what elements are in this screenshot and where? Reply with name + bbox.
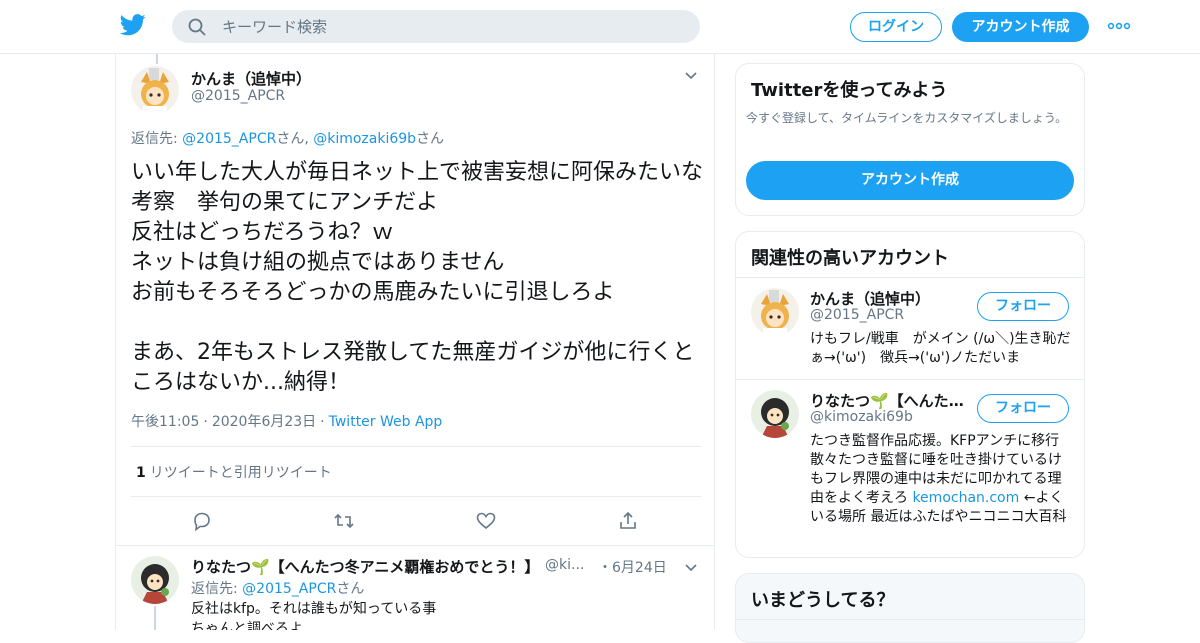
- chevron-down-icon[interactable]: [684, 562, 698, 574]
- whats-happening-card: いまどうしてる？: [735, 573, 1085, 643]
- avatar-serval-image: [751, 288, 799, 336]
- separator-dot: ·: [320, 414, 325, 430]
- avatar[interactable]: [131, 556, 179, 604]
- reply-to-suffix: さん: [336, 581, 365, 597]
- reply-date[interactable]: ・6月24日: [598, 557, 667, 577]
- avatar-kaban-image: [131, 556, 179, 604]
- login-button[interactable]: ログイン: [850, 12, 942, 42]
- avatar-serval-image: [131, 66, 179, 114]
- divider: [736, 619, 1084, 620]
- retweet-stats[interactable]: 1 リツイートと引用リツイート: [136, 462, 332, 482]
- chevron-down-icon[interactable]: [684, 70, 698, 82]
- retweet-icon[interactable]: [333, 510, 355, 532]
- account-item[interactable]: かんま（追悼中） @2015_APCR フォロー けもフレ/戦車 がメイン (/…: [736, 278, 1084, 379]
- reply-to-prefix: 返信先:: [191, 581, 243, 597]
- account-item[interactable]: りなたつ🌱【へんたつ冬アニメ覇権おめでとう！】 @kimozaki69b フォロ…: [736, 380, 1084, 557]
- bio-link[interactable]: kemochan.com: [912, 490, 1019, 506]
- divider: [131, 496, 701, 497]
- tweet-author-name[interactable]: かんま（追悼中）: [191, 68, 311, 89]
- follow-button[interactable]: フォロー: [977, 292, 1069, 321]
- account-name[interactable]: かんま（追悼中）: [810, 288, 970, 309]
- reply-to-line: 返信先: @2015_APCRさん: [191, 578, 364, 598]
- search-icon: [188, 18, 206, 36]
- top-navigation-bar: ログイン アカウント作成: [0, 0, 1200, 54]
- more-options-icon[interactable]: [1107, 17, 1131, 35]
- divider: [131, 446, 701, 447]
- follow-button[interactable]: フォロー: [977, 394, 1069, 423]
- related-accounts-card: 関連性の高いアカウント かんま（追悼中） @2015_APCR フォロー けもフ…: [735, 231, 1085, 558]
- account-handle[interactable]: @kimozaki69b: [810, 409, 913, 425]
- thread-connector: [154, 606, 156, 630]
- retweet-label: リツイートと引用リツイート: [149, 465, 332, 481]
- retweet-count: 1: [136, 465, 146, 481]
- reply-to-suffix: さん: [416, 131, 445, 147]
- tweet-source[interactable]: Twitter Web App: [329, 414, 443, 430]
- tweet-author-handle[interactable]: @2015_APCR: [191, 88, 285, 104]
- search-bar[interactable]: [172, 10, 700, 43]
- mention-link[interactable]: @2015_APCR: [182, 131, 276, 147]
- tweet-timeline: かんま（追悼中） @2015_APCR 返信先: @2015_APCRさん, @…: [115, 54, 715, 630]
- twitter-bird-icon[interactable]: [120, 14, 146, 36]
- avatar[interactable]: [751, 390, 799, 438]
- reply-icon[interactable]: [191, 510, 213, 532]
- avatar-kaban-image: [751, 390, 799, 438]
- account-bio: けもフレ/戦車 がメイン (/ω＼)生き恥だぁ→('ω') 徴兵→('ω')ノた…: [810, 331, 1071, 366]
- signup-button[interactable]: アカウント作成: [952, 12, 1089, 42]
- tweet-metadata: 午後11:05 · 2020年6月23日 · Twitter Web App: [131, 411, 442, 431]
- signup-card-title: Twitterを使ってみよう: [751, 80, 948, 101]
- thread-connector: [156, 54, 158, 64]
- reply-author-handle[interactable]: @ki...: [545, 557, 587, 573]
- signup-card-button[interactable]: アカウント作成: [746, 161, 1074, 200]
- like-heart-icon[interactable]: [475, 510, 497, 532]
- signup-card-description: 今すぐ登録して、タイムラインをカスタマイズしましょう。: [746, 111, 1068, 125]
- reply-to-prefix: 返信先:: [131, 131, 183, 147]
- account-name[interactable]: りなたつ🌱【へんたつ冬アニメ覇権おめでとう！】: [810, 390, 970, 411]
- mention-link[interactable]: @kimozaki69b: [313, 131, 416, 147]
- tweet-date[interactable]: 2020年6月23日: [212, 414, 316, 430]
- whats-happening-title: いまどうしてる？: [751, 590, 895, 611]
- related-accounts-title: 関連性の高いアカウント: [751, 248, 949, 269]
- reply-to-line: 返信先: @2015_APCRさん, @kimozaki69bさん: [131, 128, 444, 148]
- avatar[interactable]: [131, 66, 179, 114]
- reply-tweet-text: 反社はkfp。それは誰もが知っている事 ちゃんと調べろよ: [191, 601, 437, 630]
- separator-dot: ·: [203, 414, 208, 430]
- reply-to-suffix: さん,: [276, 131, 314, 147]
- mention-link[interactable]: @2015_APCR: [242, 581, 336, 597]
- tweet-text: いい年した大人が毎日ネット上で被害妄想に阿保みたいな考察 挙句の果てにアンチだよ…: [131, 160, 704, 395]
- avatar[interactable]: [751, 288, 799, 336]
- share-icon[interactable]: [617, 510, 639, 532]
- account-bio: たつき監督作品応援。KFPアンチに移行 散々たつき監督に唾を吐き掛けているけもフ…: [810, 432, 1072, 527]
- reply-author-name[interactable]: りなたつ🌱【へんたつ冬アニメ覇権おめでとう！】: [191, 556, 541, 577]
- tweet-time[interactable]: 午後11:05: [131, 414, 199, 430]
- divider: [116, 545, 714, 546]
- signup-card: Twitterを使ってみよう 今すぐ登録して、タイムラインをカスタマイズしましょ…: [735, 63, 1085, 216]
- account-handle[interactable]: @2015_APCR: [810, 307, 904, 323]
- search-input[interactable]: [222, 10, 682, 43]
